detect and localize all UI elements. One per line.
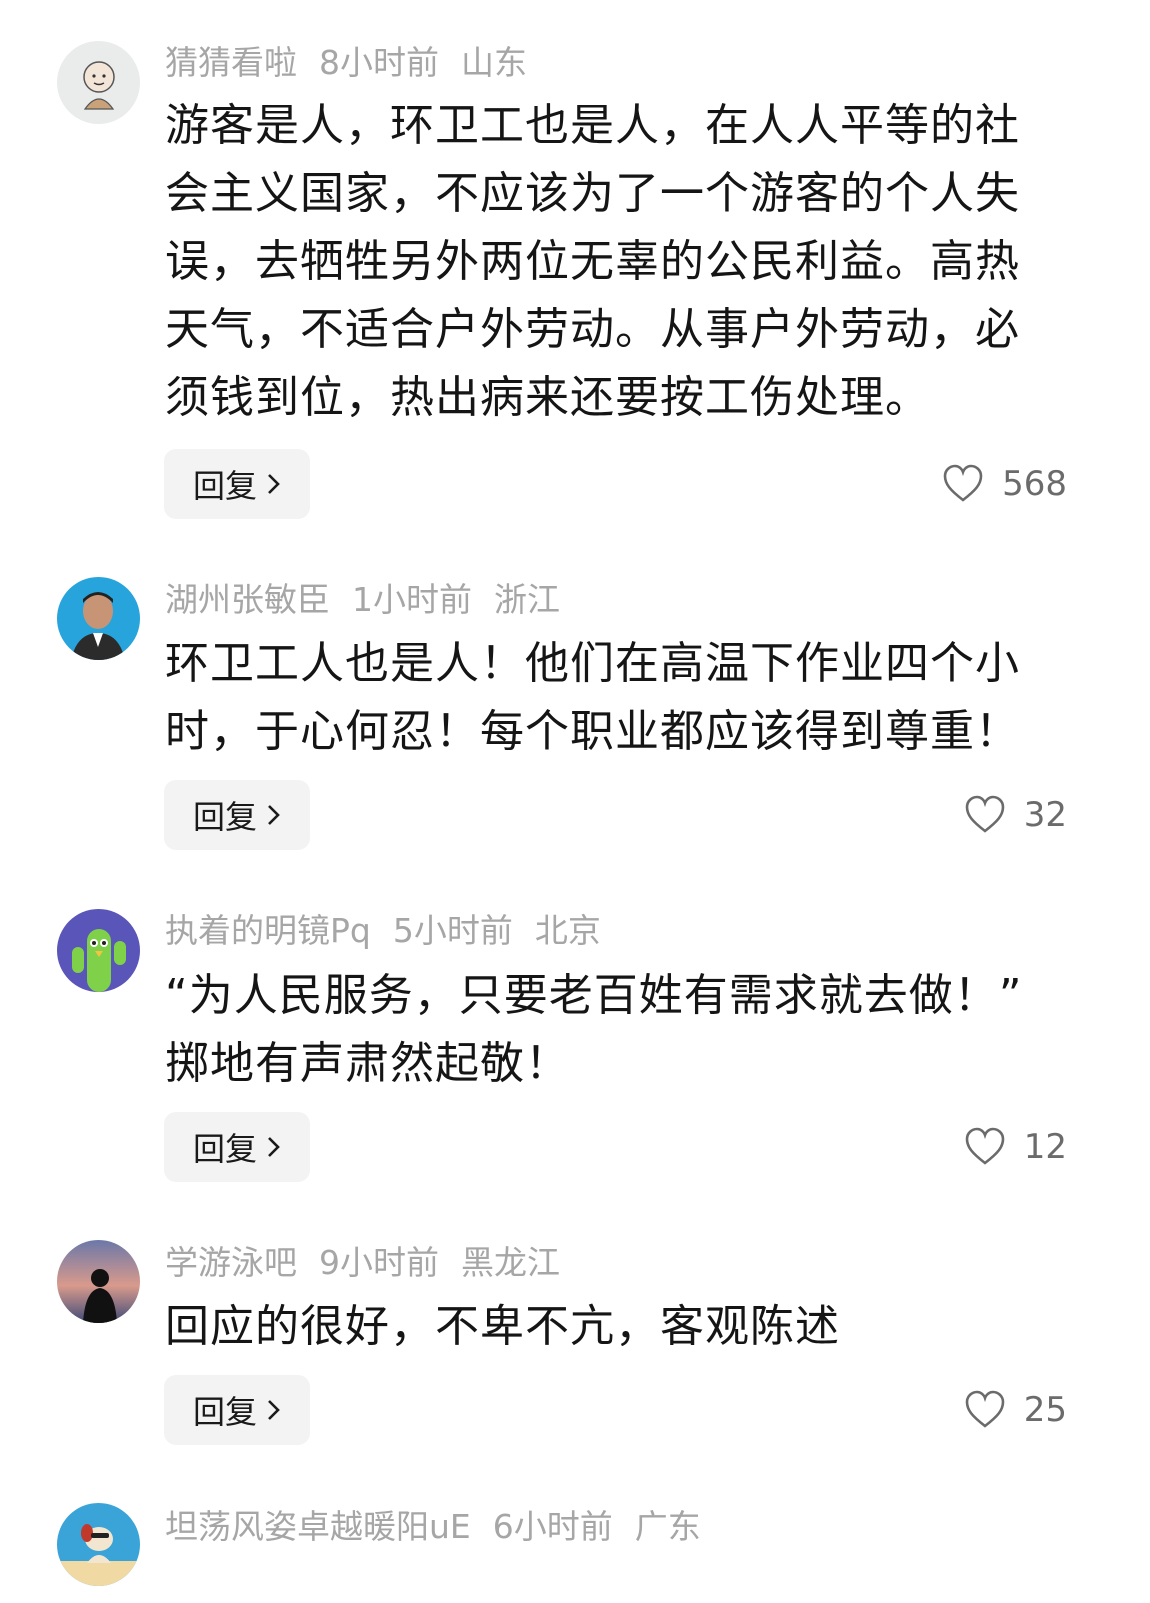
location: 北京 (534, 911, 601, 950)
comment-line: 时，于心何忍！每个职业都应该得到尊重！ (165, 706, 1020, 757)
reply-button[interactable]: 回复 (164, 1375, 310, 1445)
comment-line: 掷地有声肃然起敬！ (165, 1038, 570, 1089)
timestamp: 8小时前 (319, 43, 439, 82)
comment-meta: 猜猜看啦 8小时前 山东 (165, 40, 549, 86)
chevron-right-icon (268, 805, 280, 825)
comment-line: 天气，不适合户外劳动。从事户外劳动，必 (165, 304, 1020, 355)
comment-line: “为人民服务，只要老百姓有需求就去做！” (165, 970, 1023, 1021)
reply-label: 回复 (192, 1130, 257, 1168)
like-count: 12 (1023, 1127, 1067, 1167)
chevron-right-icon (268, 1400, 280, 1420)
timestamp: 5小时前 (392, 911, 513, 950)
like-button[interactable]: 25 (964, 1375, 1067, 1445)
reply-button[interactable]: 回复 (164, 1112, 310, 1182)
comment-text: “为人民服务，只要老百姓有需求就去做！” 掷地有声肃然起敬！ (165, 962, 1085, 1098)
comment-line: 游客是人，环卫工也是人，在人人平等的社 (165, 100, 1020, 151)
comment-meta: 学游泳吧 9小时前 黑龙江 (165, 1240, 582, 1286)
location: 黑龙江 (461, 1243, 560, 1282)
comment-meta: 湖州张敏臣 1小时前 浙江 (165, 577, 582, 623)
comment-meta: 执着的明镜Pq 5小时前 北京 (165, 908, 623, 954)
comment-line: 环卫工人也是人！他们在高温下作业四个小 (165, 638, 1020, 689)
comment-meta: 坦荡风姿卓越暖阳uE 6小时前 广东 (165, 1504, 723, 1550)
comment-line: 误，去牺牲另外两位无辜的公民利益。高热 (165, 236, 1020, 287)
comment-line: 会主义国家，不应该为了一个游客的个人失 (165, 168, 1020, 219)
username[interactable]: 坦荡风姿卓越暖阳uE (165, 1507, 471, 1546)
comment-text: 环卫工人也是人！他们在高温下作业四个小 时，于心何忍！每个职业都应该得到尊重！ (165, 630, 1085, 766)
comment-line: 须钱到位，热出病来还要按工伤处理。 (165, 372, 930, 423)
like-button[interactable]: 568 (942, 449, 1067, 519)
chevron-right-icon (268, 474, 280, 494)
sunset-silhouette-avatar[interactable] (57, 1240, 140, 1323)
cactus-cartoon-avatar[interactable] (57, 909, 140, 992)
reply-label: 回复 (192, 1393, 257, 1431)
location: 山东 (461, 43, 527, 82)
comment-line: 回应的很好，不卑不亢，客观陈述 (165, 1301, 840, 1352)
timestamp: 9小时前 (319, 1243, 439, 1282)
heart-icon (965, 1127, 1005, 1165)
dog-on-beach-avatar[interactable] (57, 1503, 140, 1586)
comment-text: 游客是人，环卫工也是人，在人人平等的社 会主义国家，不应该为了一个游客的个人失 … (165, 92, 1085, 432)
timestamp: 1小时前 (352, 580, 472, 619)
timestamp: 6小时前 (492, 1507, 613, 1546)
reply-button[interactable]: 回复 (164, 780, 310, 850)
location: 浙江 (494, 580, 560, 619)
heart-icon (965, 795, 1005, 833)
location: 广东 (634, 1507, 701, 1546)
like-count: 568 (1002, 464, 1067, 504)
reply-button[interactable]: 回复 (164, 449, 310, 519)
like-count: 25 (1023, 1390, 1067, 1430)
like-button[interactable]: 32 (964, 780, 1067, 850)
username[interactable]: 执着的明镜Pq (165, 911, 371, 950)
comment-text: 回应的很好，不卑不亢，客观陈述 (165, 1293, 1085, 1361)
heart-icon (965, 1390, 1005, 1428)
portrait-photo-avatar[interactable] (57, 577, 140, 660)
chevron-right-icon (268, 1137, 280, 1157)
reply-label: 回复 (192, 798, 257, 836)
like-count: 32 (1023, 795, 1067, 835)
username[interactable]: 湖州张敏臣 (165, 580, 330, 619)
reply-label: 回复 (192, 467, 257, 505)
cartoon-monk-avatar[interactable] (57, 41, 140, 124)
username[interactable]: 学游泳吧 (165, 1243, 297, 1282)
like-button[interactable]: 12 (964, 1112, 1067, 1182)
heart-icon (943, 464, 983, 502)
username[interactable]: 猜猜看啦 (165, 43, 297, 82)
